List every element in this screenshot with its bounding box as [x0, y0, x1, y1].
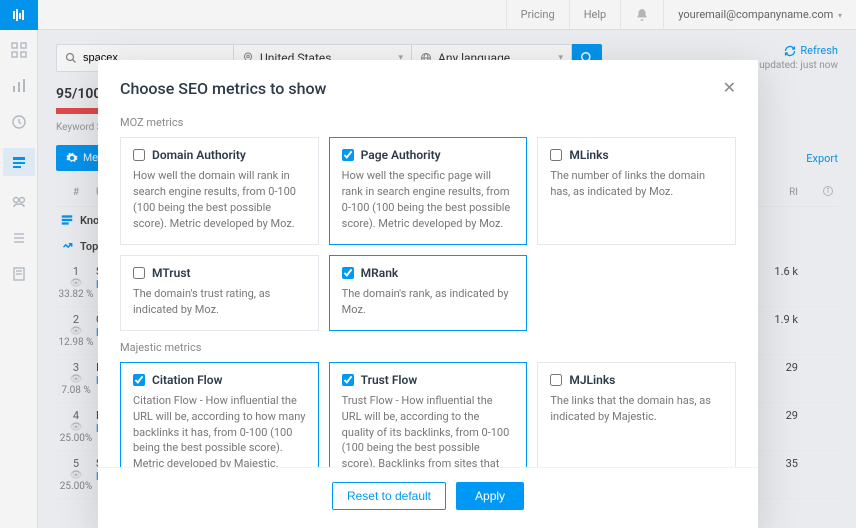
metric-title: Domain Authority [152, 148, 246, 162]
metric-desc: How well the specific page will rank in … [342, 168, 515, 232]
checkbox[interactable] [342, 149, 354, 161]
metric-desc: The domain's rank, as indicated by Moz. [342, 286, 515, 318]
metric-desc: Trust Flow - How influential the URL wil… [342, 393, 515, 467]
seo-metrics-modal: Choose SEO metrics to show ✕ MOZ metrics… [98, 60, 758, 528]
modal-close-button[interactable]: ✕ [723, 78, 736, 98]
metric-citation-flow[interactable]: Citation Flow Citation Flow - How influe… [120, 362, 319, 467]
metric-title: MJLinks [569, 373, 615, 387]
metric-mtrust[interactable]: MTrust The domain's trust rating, as ind… [120, 255, 319, 331]
metric-trust-flow[interactable]: Trust Flow Trust Flow - How influential … [329, 362, 528, 467]
metric-mrank[interactable]: MRank The domain's rank, as indicated by… [329, 255, 528, 331]
checkbox[interactable] [133, 267, 145, 279]
close-icon: ✕ [723, 80, 736, 97]
checkbox[interactable] [550, 374, 562, 386]
metric-desc: How well the domain will rank in search … [133, 168, 306, 232]
metric-desc: The links that the domain has, as indica… [550, 393, 723, 425]
checkbox[interactable] [133, 149, 145, 161]
apply-button[interactable]: Apply [456, 482, 524, 510]
metric-mlinks[interactable]: MLinks The number of links the domain ha… [537, 137, 736, 245]
checkbox[interactable] [550, 149, 562, 161]
metric-title: MTrust [152, 266, 191, 280]
metric-title: MRank [361, 266, 399, 280]
section-majestic: Majestic metrics [120, 341, 736, 354]
metric-title: MLinks [569, 148, 608, 162]
metric-domain-authority[interactable]: Domain Authority How well the domain wil… [120, 137, 319, 245]
checkbox[interactable] [342, 267, 354, 279]
metric-desc: The domain's trust rating, as indicated … [133, 286, 306, 318]
checkbox[interactable] [342, 374, 354, 386]
modal-title: Choose SEO metrics to show [120, 79, 723, 98]
checkbox[interactable] [133, 374, 145, 386]
metric-mjlinks[interactable]: MJLinks The links that the domain has, a… [537, 362, 736, 467]
metric-desc: Citation Flow - How influential the URL … [133, 393, 306, 467]
metric-desc: The number of links the domain has, as i… [550, 168, 723, 200]
section-moz: MOZ metrics [120, 116, 736, 129]
modal-backdrop: Choose SEO metrics to show ✕ MOZ metrics… [0, 0, 856, 528]
metric-page-authority[interactable]: Page Authority How well the specific pag… [329, 137, 528, 245]
reset-button[interactable]: Reset to default [332, 482, 446, 510]
metric-title: Trust Flow [361, 373, 418, 387]
metric-title: Citation Flow [152, 373, 222, 387]
metric-title: Page Authority [361, 148, 441, 162]
